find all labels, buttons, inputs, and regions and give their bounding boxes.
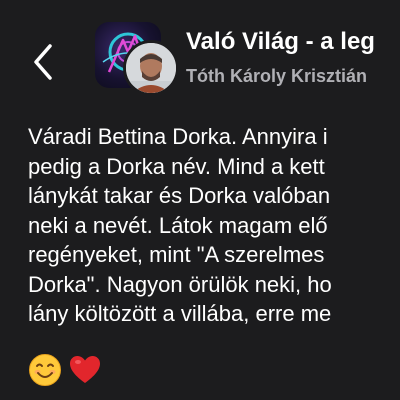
post-body: Váradi Bettina Dorka. Annyira i pedig a …: [28, 122, 400, 329]
post-line: lánykát takar és Dorka valóban: [28, 183, 331, 208]
group-title[interactable]: Való Világ - a leg: [186, 28, 375, 56]
post-line: lány költözött a villába, erre me: [28, 301, 332, 326]
post-line: Dorka". Nagyon örülök neki, ho: [28, 271, 332, 297]
author-avatar[interactable]: [123, 40, 179, 96]
post-line: regényeket, mint "A szerelmes: [28, 242, 325, 267]
author-name[interactable]: Tóth Károly Krisztián: [186, 66, 367, 87]
smiling-face-emoji: [29, 354, 61, 386]
post-line: Váradi Bettina Dorka. Annyira i: [28, 124, 328, 149]
post-line: neki a nevét. Látok magam elő: [28, 212, 328, 238]
post-line: pedig a Dorka név. Mind a kett: [28, 153, 325, 179]
post-header: Való Világ - a leg Tóth Károly Krisztián: [0, 0, 400, 100]
person-photo-icon: [126, 43, 176, 93]
back-button[interactable]: [28, 42, 58, 82]
post-emojis: [28, 352, 102, 388]
red-heart-emoji: [70, 356, 100, 383]
chevron-left-icon: [34, 44, 52, 80]
